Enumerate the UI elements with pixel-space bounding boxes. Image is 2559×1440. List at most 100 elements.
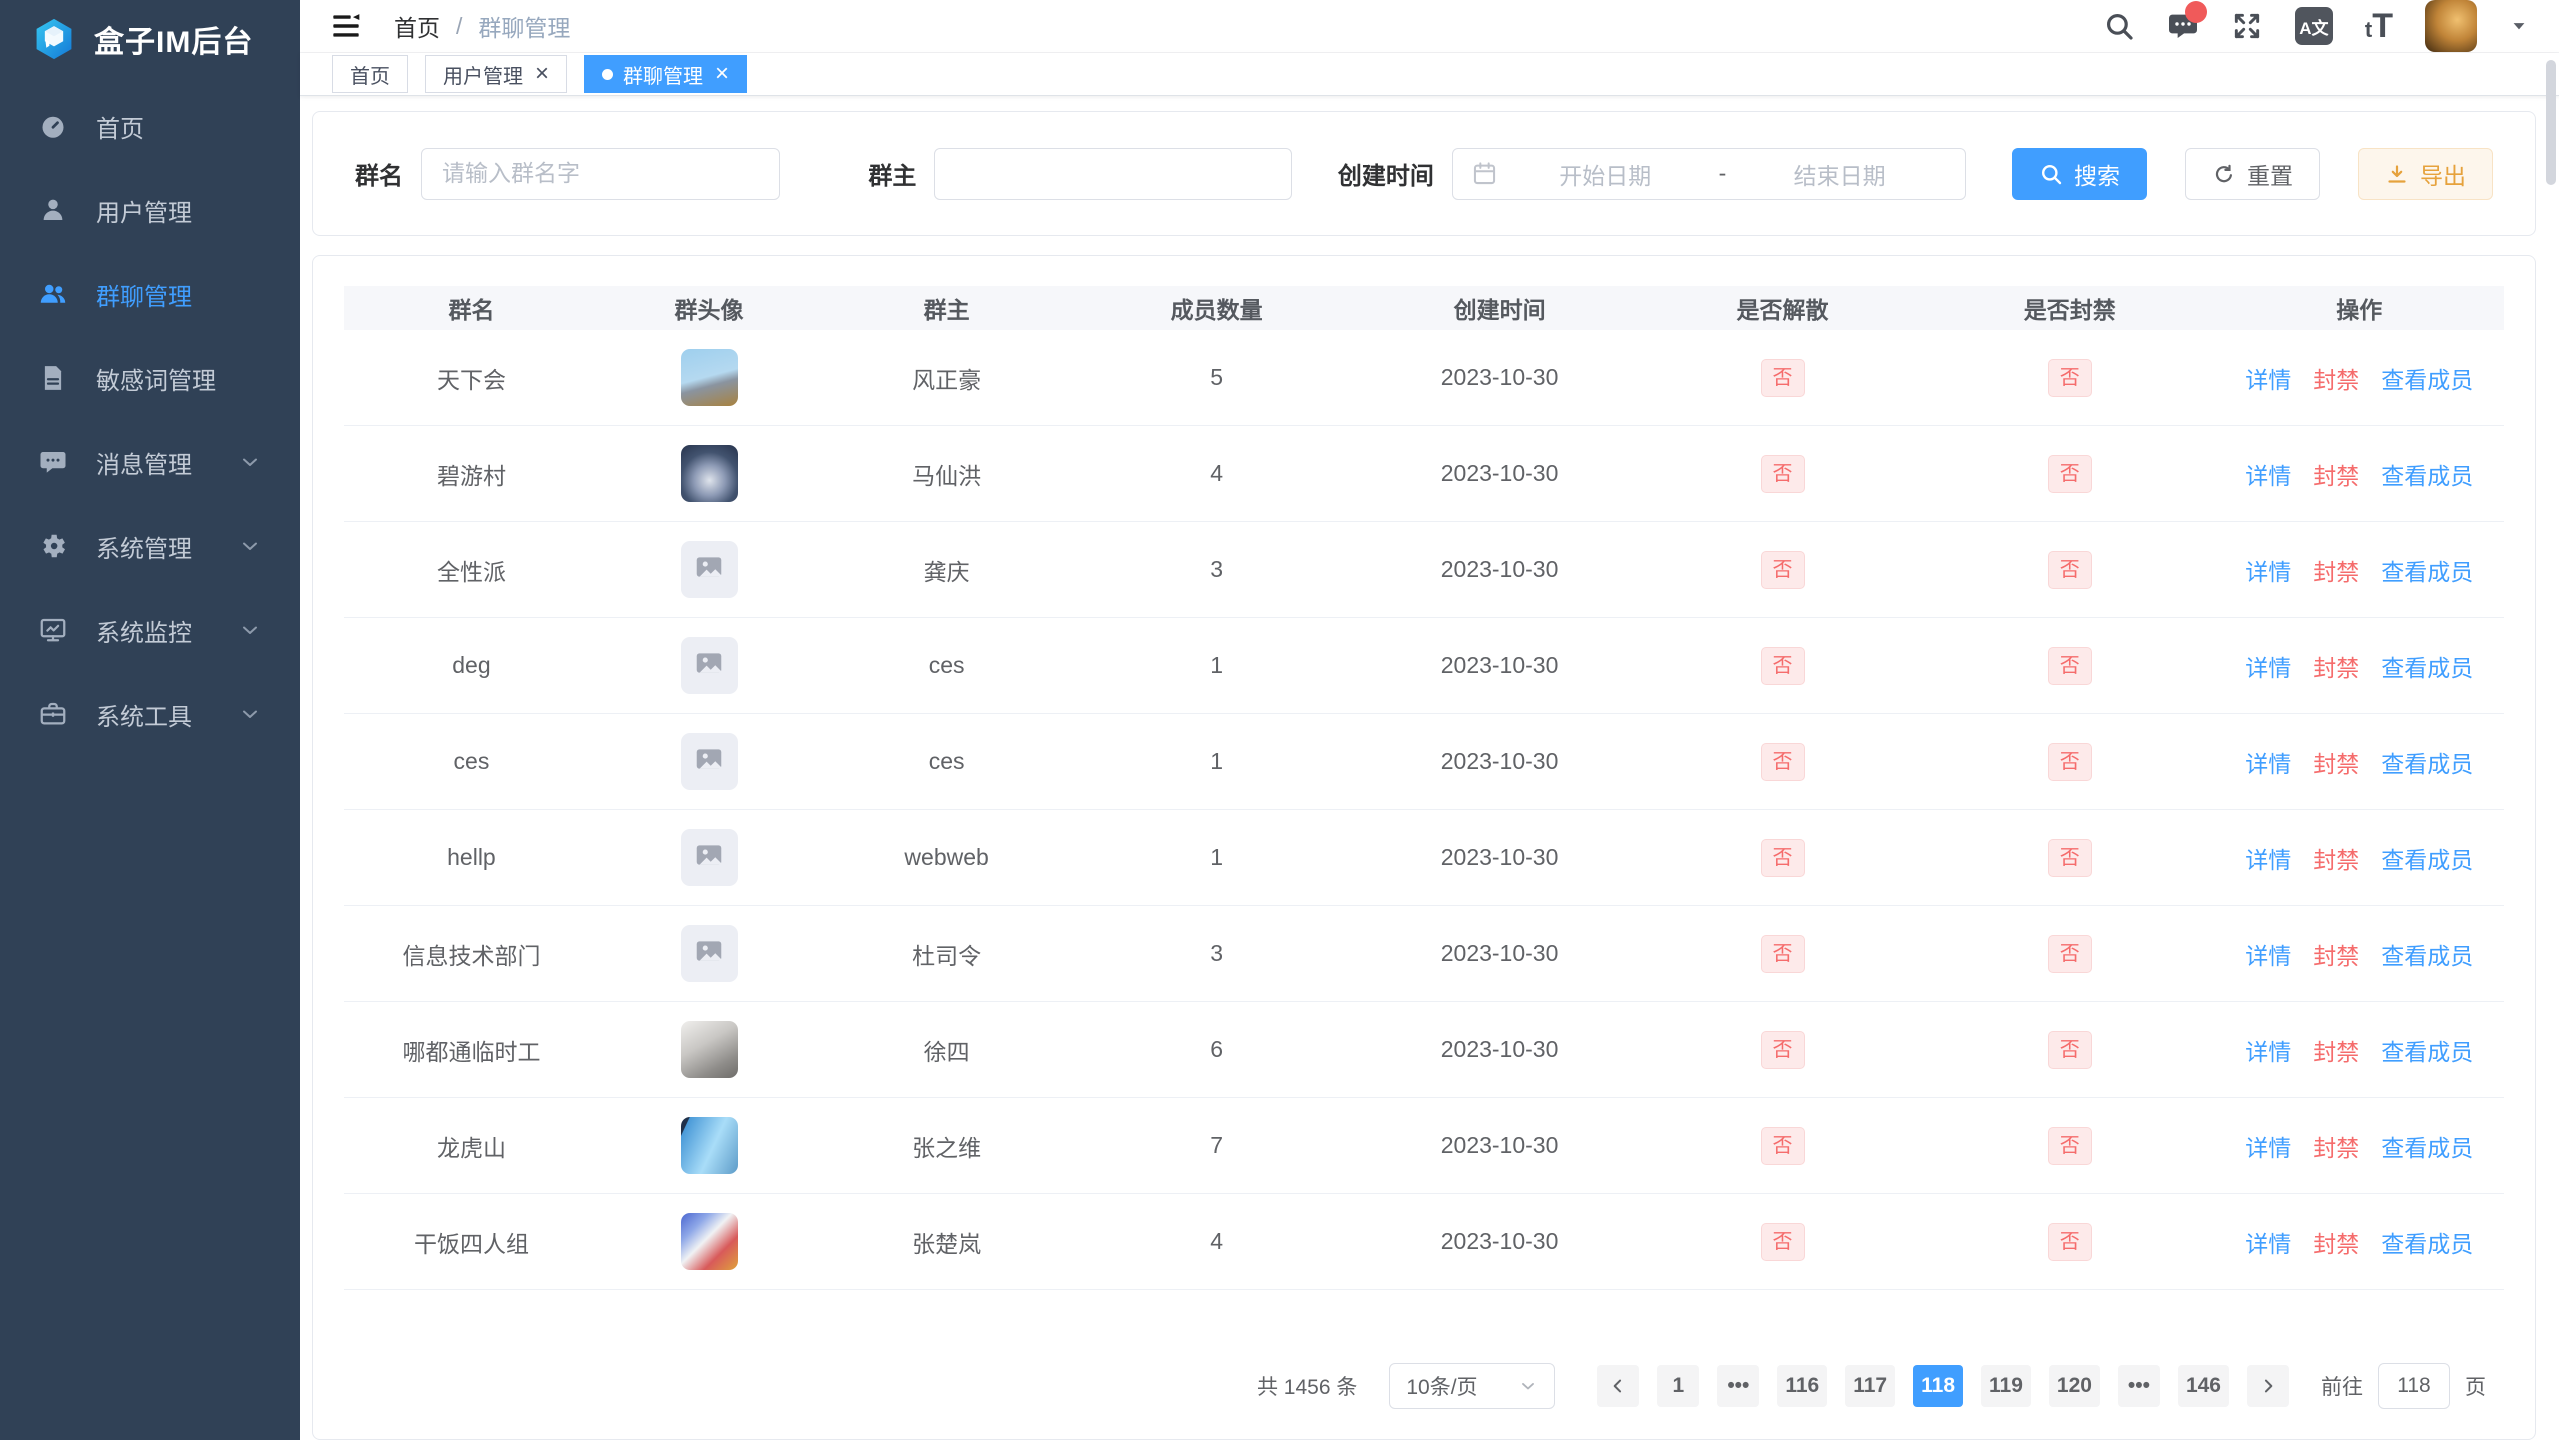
action-ban-link[interactable]: 封禁 bbox=[2313, 553, 2359, 587]
cell-group-avatar bbox=[599, 541, 819, 598]
action-ban-link[interactable]: 封禁 bbox=[2313, 361, 2359, 395]
page-button[interactable]: 117 bbox=[1845, 1365, 1895, 1407]
action-ban-link[interactable]: 封禁 bbox=[2313, 1033, 2359, 1067]
header-cell-7: 是否封禁 bbox=[1925, 291, 2214, 325]
group-avatar bbox=[681, 925, 738, 982]
tab-home[interactable]: 首页 bbox=[332, 55, 408, 93]
action-detail-link[interactable]: 详情 bbox=[2245, 649, 2291, 683]
date-range-input[interactable]: 开始日期 - 结束日期 bbox=[1452, 148, 1966, 200]
action-ban-link[interactable]: 封禁 bbox=[2313, 1129, 2359, 1163]
dissolved-badge: 否 bbox=[1761, 551, 1805, 589]
close-icon[interactable]: × bbox=[535, 62, 549, 86]
header-cell-2: 群头像 bbox=[599, 291, 819, 325]
sidebar-logo[interactable]: 盒子IM后台 bbox=[0, 0, 300, 78]
sidebar-item-home[interactable]: 首页 bbox=[0, 84, 300, 168]
sidebar-item-system-tools[interactable]: 系统工具 bbox=[0, 672, 300, 756]
translate-icon[interactable]: A文 bbox=[2295, 7, 2333, 45]
close-icon[interactable]: × bbox=[715, 62, 729, 86]
action-detail-link[interactable]: 详情 bbox=[2245, 937, 2291, 971]
page-button[interactable]: 146 bbox=[2178, 1365, 2229, 1407]
group-owner-input[interactable] bbox=[934, 148, 1291, 200]
table-row: 哪都通临时工徐四62023-10-30否否详情封禁查看成员 bbox=[344, 1002, 2504, 1098]
action-ban-link[interactable]: 封禁 bbox=[2313, 937, 2359, 971]
dissolved-badge: 否 bbox=[1761, 647, 1805, 685]
page-button[interactable]: 1 bbox=[1657, 1365, 1699, 1407]
breadcrumb-home[interactable]: 首页 bbox=[394, 9, 440, 43]
calendar-icon bbox=[1471, 160, 1498, 187]
page-button[interactable]: 120 bbox=[2049, 1365, 2100, 1407]
chevron-down-icon bbox=[238, 702, 262, 726]
group-avatar bbox=[681, 1117, 738, 1174]
action-view-members-link[interactable]: 查看成员 bbox=[2381, 361, 2473, 395]
action-view-members-link[interactable]: 查看成员 bbox=[2381, 1033, 2473, 1067]
cell-members: 5 bbox=[1074, 364, 1359, 391]
chevron-down-icon bbox=[238, 618, 262, 642]
group-avatar bbox=[681, 1213, 738, 1270]
export-button[interactable]: 导出 bbox=[2358, 148, 2493, 200]
tab-user-management[interactable]: 用户管理× bbox=[425, 55, 567, 93]
action-detail-link[interactable]: 详情 bbox=[2245, 1033, 2291, 1067]
font-size-icon[interactable]: tT bbox=[2365, 9, 2393, 43]
goto-input[interactable] bbox=[2378, 1363, 2450, 1409]
action-view-members-link[interactable]: 查看成员 bbox=[2381, 649, 2473, 683]
tab-group-management[interactable]: 群聊管理× bbox=[584, 55, 747, 93]
download-icon bbox=[2385, 162, 2409, 186]
caret-down-icon[interactable] bbox=[2509, 16, 2529, 36]
page-button[interactable]: 118 bbox=[1913, 1365, 1963, 1407]
user-avatar[interactable] bbox=[2425, 0, 2477, 52]
scrollbar-thumb[interactable] bbox=[2546, 60, 2556, 185]
group-name-input[interactable] bbox=[421, 148, 780, 200]
sidebar-item-message-management[interactable]: 消息管理 bbox=[0, 420, 300, 504]
action-view-members-link[interactable]: 查看成员 bbox=[2381, 745, 2473, 779]
sidebar-item-sensitive-words[interactable]: 敏感词管理 bbox=[0, 336, 300, 420]
sidebar-item-label: 系统工具 bbox=[96, 697, 192, 732]
page-size-select[interactable]: 10条/页 bbox=[1389, 1363, 1555, 1409]
action-ban-link[interactable]: 封禁 bbox=[2313, 1225, 2359, 1259]
action-detail-link[interactable]: 详情 bbox=[2245, 1129, 2291, 1163]
action-view-members-link[interactable]: 查看成员 bbox=[2381, 841, 2473, 875]
next-page-button[interactable] bbox=[2247, 1365, 2289, 1407]
prev-page-button[interactable] bbox=[1597, 1365, 1639, 1407]
action-ban-link[interactable]: 封禁 bbox=[2313, 457, 2359, 491]
page-button[interactable]: 116 bbox=[1777, 1365, 1827, 1407]
chevron-down-icon bbox=[238, 534, 262, 558]
action-view-members-link[interactable]: 查看成员 bbox=[2381, 457, 2473, 491]
table-row: 信息技术部门杜司令32023-10-30否否详情封禁查看成员 bbox=[344, 906, 2504, 1002]
cell-group-name: 干饭四人组 bbox=[344, 1225, 599, 1259]
filter-card: 群名 群主 创建时间 开始日期 - 结束日期 搜索 bbox=[312, 111, 2536, 236]
message-icon[interactable] bbox=[2167, 10, 2199, 42]
cell-created: 2023-10-30 bbox=[1359, 1132, 1640, 1159]
sidebar-collapse-icon[interactable] bbox=[330, 10, 362, 42]
sidebar-item-system-monitor[interactable]: 系统监控 bbox=[0, 588, 300, 672]
cell-actions: 详情封禁查看成员 bbox=[2215, 649, 2504, 683]
action-view-members-link[interactable]: 查看成员 bbox=[2381, 553, 2473, 587]
page-button[interactable]: 119 bbox=[1981, 1365, 2031, 1407]
action-ban-link[interactable]: 封禁 bbox=[2313, 841, 2359, 875]
action-detail-link[interactable]: 详情 bbox=[2245, 457, 2291, 491]
action-view-members-link[interactable]: 查看成员 bbox=[2381, 1129, 2473, 1163]
reset-button[interactable]: 重置 bbox=[2185, 148, 2320, 200]
action-detail-link[interactable]: 详情 bbox=[2245, 841, 2291, 875]
table-body: 天下会风正豪52023-10-30否否详情封禁查看成员碧游村马仙洪42023-1… bbox=[344, 330, 2504, 1290]
action-ban-link[interactable]: 封禁 bbox=[2313, 649, 2359, 683]
fullscreen-icon[interactable] bbox=[2231, 10, 2263, 42]
action-view-members-link[interactable]: 查看成员 bbox=[2381, 1225, 2473, 1259]
search-button[interactable]: 搜索 bbox=[2012, 148, 2147, 200]
cell-owner: 张楚岚 bbox=[819, 1225, 1074, 1259]
group-avatar bbox=[681, 541, 738, 598]
sidebar-item-user-management[interactable]: 用户管理 bbox=[0, 168, 300, 252]
sidebar-item-label: 敏感词管理 bbox=[96, 361, 216, 396]
sidebar-item-group-management[interactable]: 群聊管理 bbox=[0, 252, 300, 336]
end-date-placeholder: 结束日期 bbox=[1732, 157, 1947, 191]
search-icon[interactable] bbox=[2103, 10, 2135, 42]
cell-group-avatar bbox=[599, 349, 819, 406]
sidebar-item-system-management[interactable]: 系统管理 bbox=[0, 504, 300, 588]
total-count: 共 1456 条 bbox=[1257, 1371, 1357, 1401]
action-detail-link[interactable]: 详情 bbox=[2245, 361, 2291, 395]
chat-icon bbox=[38, 447, 68, 477]
action-detail-link[interactable]: 详情 bbox=[2245, 1225, 2291, 1259]
action-ban-link[interactable]: 封禁 bbox=[2313, 745, 2359, 779]
action-detail-link[interactable]: 详情 bbox=[2245, 745, 2291, 779]
action-view-members-link[interactable]: 查看成员 bbox=[2381, 937, 2473, 971]
action-detail-link[interactable]: 详情 bbox=[2245, 553, 2291, 587]
